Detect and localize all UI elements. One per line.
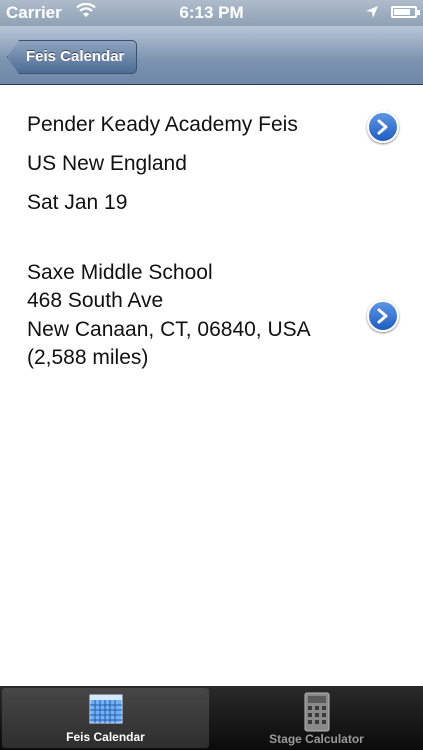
event-region: US New England xyxy=(27,152,187,175)
venue-street: 468 South Ave xyxy=(27,289,164,312)
back-button[interactable]: Feis Calendar xyxy=(7,40,138,74)
location-arrow-icon xyxy=(365,4,379,24)
tab-feis-calendar[interactable]: Feis Calendar xyxy=(2,688,209,748)
tab-bar: Feis Calendar Stage Calculator xyxy=(0,686,423,750)
battery-icon xyxy=(391,6,420,18)
event-date: Sat Jan 19 xyxy=(27,191,128,214)
event-name: Pender Keady Academy Feis xyxy=(27,113,298,136)
tab-label-feis-calendar: Feis Calendar xyxy=(66,730,145,744)
tab-label-stage-calculator: Stage Calculator xyxy=(269,732,364,746)
venue-name: Saxe Middle School xyxy=(27,261,213,284)
status-bar: Carrier 6:13 PM xyxy=(0,0,423,26)
clock: 6:13 PM xyxy=(179,3,244,22)
tab-stage-calculator[interactable]: Stage Calculator xyxy=(211,686,422,750)
calendar-icon xyxy=(89,694,123,729)
navigation-bar: Feis Calendar xyxy=(0,26,423,85)
venue-distance: (2,588 miles) xyxy=(27,346,149,369)
calculator-icon xyxy=(304,692,330,737)
event-disclosure-button[interactable] xyxy=(367,111,399,143)
venue-city-line: New Canaan, CT, 06840, USA xyxy=(27,318,311,341)
venue-disclosure-button[interactable] xyxy=(367,300,399,332)
